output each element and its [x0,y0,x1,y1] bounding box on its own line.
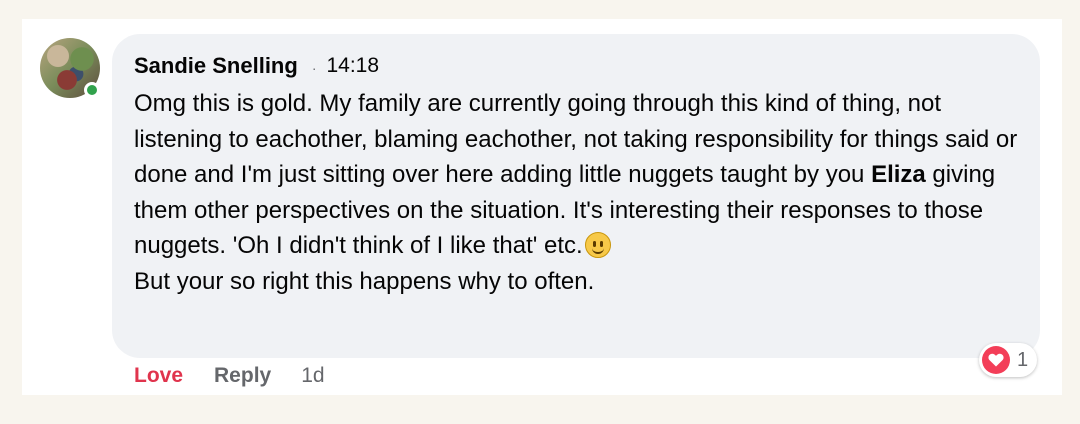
author-name[interactable]: Sandie Snelling [134,53,298,79]
avatar[interactable] [40,38,100,98]
reaction-summary[interactable]: 1 [979,343,1037,377]
comment-actions: Love Reply 1d [134,362,325,390]
comment-bubble: Sandie Snelling · 14:18 Omg this is gold… [112,34,1040,358]
love-button[interactable]: Love [134,364,183,388]
comment-body: Omg this is gold. My family are currentl… [134,86,1024,299]
comment-header: Sandie Snelling · 14:18 [134,52,1040,80]
comment-time[interactable]: 14:18 [326,54,379,78]
online-status-icon [84,82,100,98]
mention-link[interactable]: Eliza [871,161,926,188]
reply-button[interactable]: Reply [214,364,271,388]
slightly-smiling-face-icon [584,232,611,258]
heart-icon [982,346,1010,374]
reaction-count: 1 [1017,348,1029,371]
comment-age[interactable]: 1d [301,364,324,388]
separator: · [311,60,317,76]
comment-text-last-line: But your so right this happens why to of… [134,267,595,295]
